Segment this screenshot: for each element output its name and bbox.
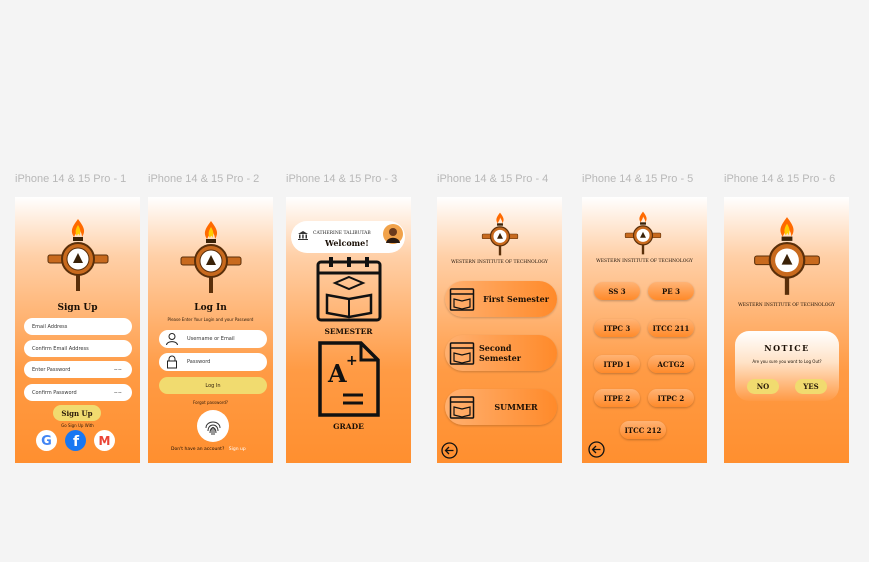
frame-label-1: iPhone 14 & 15 Pro - 1 (15, 173, 127, 185)
lock-icon (167, 355, 177, 369)
semester-item-summer[interactable]: SUMMER (445, 389, 557, 425)
frame-label-3: iPhone 14 & 15 Pro - 3 (286, 173, 398, 185)
frame-label-4: iPhone 14 & 15 Pro - 4 (437, 173, 549, 185)
username-field[interactable]: Username or Email (159, 330, 267, 348)
login-title: Log In (194, 303, 227, 313)
frame-label-6: iPhone 14 & 15 Pro - 6 (724, 173, 836, 185)
svg-text:+: + (346, 353, 358, 369)
subject-button[interactable]: PE 3 (648, 282, 694, 300)
subject-button[interactable]: SS 3 (594, 282, 640, 300)
semester-item-first[interactable]: First Semester (445, 281, 557, 317)
username-placeholder: Username or Email (187, 336, 235, 342)
subject-button[interactable]: ACTG2 (648, 355, 694, 373)
frame-label-5: iPhone 14 & 15 Pro - 5 (582, 173, 694, 185)
grade-label[interactable]: GRADE (286, 422, 411, 431)
welcome-text: Welcome! (325, 238, 369, 248)
no-account-text: Don't have an account? (171, 447, 225, 452)
semester-label-second: Second Semester (479, 343, 521, 363)
forgot-password-link[interactable]: Forgot password? (148, 400, 273, 405)
signup-button[interactable]: Sign Up (53, 405, 101, 421)
institution-icon (298, 231, 308, 240)
user-name: CATHERINE TALIBUTAB (313, 231, 371, 236)
calendar-book-icon (449, 396, 475, 419)
school-logo (180, 221, 242, 293)
facebook-icon[interactable]: f (65, 430, 86, 451)
semester-screen: WESTERN INSTITUTE OF TECHNOLOGY First Se… (437, 197, 562, 463)
svg-text:f: f (73, 434, 80, 450)
semester-item-second[interactable]: Second Semester (445, 335, 557, 371)
confirm-email-field[interactable]: Confirm Email Address (24, 340, 132, 357)
back-arrow-icon[interactable] (441, 442, 458, 459)
subject-button[interactable]: ITCC 212 (620, 421, 666, 439)
password-placeholder: Enter Password (32, 366, 71, 373)
login-screen: Log In Please Enter Your Login and your … (148, 197, 273, 463)
institute-name: WESTERN INSTITUTE OF TECHNOLOGY (738, 303, 835, 308)
subject-button[interactable]: ITPE 2 (594, 389, 640, 407)
yes-button[interactable]: YES (795, 379, 827, 394)
subject-button[interactable]: ITCC 211 (648, 319, 694, 337)
logout-notice-screen: WESTERN INSTITUTE OF TECHNOLOGY NOTICE A… (724, 197, 849, 463)
signup-prompt: Don't have an account? Sign up (171, 447, 246, 452)
gmail-icon[interactable]: M (94, 430, 115, 451)
password-field[interactable]: Password (159, 353, 267, 371)
grade-document-icon[interactable]: A + (317, 340, 381, 418)
svg-text:G: G (41, 434, 52, 449)
google-icon[interactable]: G (36, 430, 57, 451)
eye-off-icon[interactable]: ∽∽ (114, 390, 122, 396)
subject-button[interactable]: ITPC 3 (594, 319, 640, 337)
school-logo (481, 212, 519, 256)
signup-link[interactable]: Sign up (229, 447, 246, 452)
school-logo (47, 219, 109, 291)
eye-off-icon[interactable]: ∽∽ (114, 367, 122, 373)
institute-name: WESTERN INSTITUTE OF TECHNOLOGY (451, 260, 548, 265)
calendar-book-icon (449, 342, 475, 365)
email-field[interactable]: Email Address (24, 318, 132, 335)
back-arrow-icon[interactable] (588, 441, 605, 458)
fingerprint-icon[interactable] (197, 410, 229, 442)
login-button[interactable]: Log In (159, 377, 267, 394)
notice-dialog: NOTICE Are you sure you want to Log Out?… (735, 331, 839, 401)
password-placeholder: Password (187, 359, 211, 365)
user-icon (166, 333, 178, 346)
social-signup-label: Go Sign Up With (61, 423, 94, 428)
svg-text:A: A (327, 359, 347, 388)
home-screen: CATHERINE TALIBUTAB Welcome! SEMESTER A … (286, 197, 411, 463)
signup-screen: Sign Up Email Address Confirm Email Addr… (15, 197, 140, 463)
semester-label-first: First Semester (483, 294, 549, 304)
signup-title: Sign Up (57, 303, 98, 313)
school-logo (754, 217, 820, 295)
no-button[interactable]: NO (747, 379, 779, 394)
school-logo (624, 211, 662, 255)
notice-title: NOTICE (764, 343, 810, 353)
login-subtitle: Please Enter Your Login and your Passwor… (167, 317, 254, 322)
frame-label-2: iPhone 14 & 15 Pro - 2 (148, 173, 260, 185)
welcome-card: CATHERINE TALIBUTAB Welcome! (291, 221, 405, 253)
subjects-screen: WESTERN INSTITUTE OF TECHNOLOGY SS 3 PE … (582, 197, 707, 463)
confirm-password-field[interactable]: Confirm Password ∽∽ (24, 384, 132, 401)
calendar-book-icon (449, 288, 475, 311)
notice-message: Are you sure you want to Log Out? (752, 359, 822, 364)
semester-calendar-icon[interactable] (315, 255, 383, 325)
semester-label-summer: SUMMER (494, 402, 538, 412)
password-field[interactable]: Enter Password ∽∽ (24, 361, 132, 378)
subject-button[interactable]: ITPC 2 (648, 389, 694, 407)
avatar[interactable] (383, 224, 403, 244)
confirm-password-placeholder: Confirm Password (32, 389, 77, 396)
subject-button[interactable]: ITPD 1 (594, 355, 640, 373)
institute-name: WESTERN INSTITUTE OF TECHNOLOGY (596, 259, 693, 264)
svg-text:M: M (99, 434, 111, 448)
semester-label[interactable]: SEMESTER (286, 327, 411, 336)
